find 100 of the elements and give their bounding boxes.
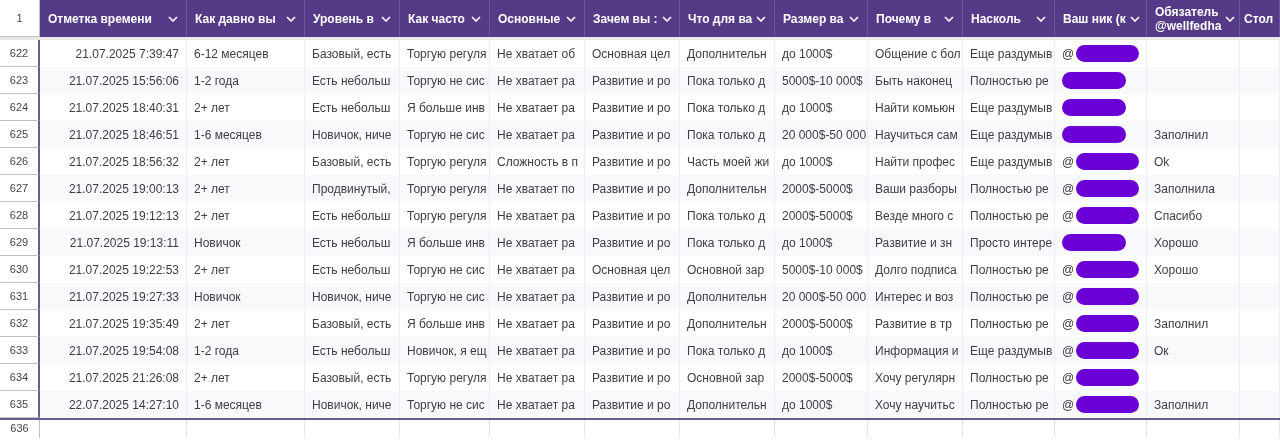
table-cell-text: Не хватает ра bbox=[497, 207, 575, 225]
chevron-down-icon[interactable] bbox=[1036, 15, 1046, 22]
table-cell-text: Еще раздумыв bbox=[970, 99, 1053, 117]
column-header[interactable]: Зачем вы : bbox=[593, 11, 658, 26]
table-cell-text: 2+ лет bbox=[194, 369, 230, 387]
table-cell-text: Развитие и ро bbox=[592, 207, 671, 225]
column-header[interactable]: Что для ва bbox=[688, 11, 753, 26]
table-cell-text: 21.07.2025 7:39:47 bbox=[75, 45, 179, 63]
table-cell-text: Новичок, ниче bbox=[312, 126, 392, 144]
table-cell-text: Торгую не сис bbox=[407, 288, 485, 306]
table-cell-text: 2+ лет bbox=[194, 180, 230, 198]
table-cell-text: Хорошо bbox=[1154, 261, 1199, 279]
table-cell-text: Научиться сам bbox=[875, 126, 958, 144]
table-cell-text: 21.07.2025 19:00:13 bbox=[68, 180, 179, 198]
column-header[interactable]: Размер ва bbox=[783, 11, 844, 26]
row-number: 623 bbox=[0, 67, 40, 94]
chevron-down-icon[interactable] bbox=[1129, 15, 1140, 22]
table-cell-text: Не хватает ра bbox=[497, 99, 575, 117]
table-cell-text: Заполнил bbox=[1154, 126, 1209, 144]
nickname-text: @ bbox=[1062, 315, 1075, 333]
table-cell-text: Базовый, есть bbox=[312, 369, 392, 387]
table-cell-text: Спасибо bbox=[1154, 207, 1203, 225]
column-header[interactable]: Насколь bbox=[971, 11, 1021, 26]
table-cell-text: Пока только д bbox=[687, 99, 766, 117]
table-cell-text: Дополнительн bbox=[687, 288, 767, 306]
table-cell-text: Развитие и ро bbox=[592, 288, 671, 306]
chevron-down-icon[interactable] bbox=[471, 15, 481, 22]
table-cell-text: Развитие и ро bbox=[592, 315, 671, 333]
table-cell-text: 20 000$-50 000 bbox=[782, 126, 867, 144]
column-header[interactable]: Отметка времени bbox=[48, 11, 152, 26]
table-cell-text: Не хватает ра bbox=[497, 126, 575, 144]
row-number: 630 bbox=[0, 256, 40, 283]
table-cell-text: Развитие и зн bbox=[875, 234, 953, 252]
table-cell-text: Базовый, есть bbox=[312, 45, 392, 63]
column-header[interactable]: Как давно вы bbox=[195, 11, 276, 26]
table-cell-text: Ваши разборы bbox=[875, 180, 957, 198]
table-cell-text: Не хватает ра bbox=[497, 342, 575, 360]
table-cell-text: до 1000$ bbox=[782, 396, 833, 414]
column-header[interactable]: Стол bbox=[1244, 11, 1274, 26]
table-cell-text: 2000$-5000$ bbox=[782, 315, 853, 333]
table-cell-text: Продвинутый, bbox=[312, 180, 391, 198]
table-cell-text: Еще раздумыв bbox=[970, 126, 1053, 144]
table-cell-text: Новичок bbox=[194, 234, 241, 252]
table-cell-text: Полностью ре bbox=[970, 288, 1049, 306]
table-cell-text: до 1000$ bbox=[782, 45, 833, 63]
table-cell-text: Развитие и ро bbox=[592, 180, 671, 198]
nickname-text: @ bbox=[1062, 45, 1075, 63]
column-header[interactable]: Уровень в bbox=[313, 11, 374, 26]
chevron-down-icon[interactable] bbox=[661, 15, 672, 22]
chevron-down-icon[interactable] bbox=[381, 15, 391, 22]
table-cell-text: Найти комьюн bbox=[875, 99, 955, 117]
table-cell-text: 2+ лет bbox=[194, 315, 230, 333]
table-cell-text: 1-2 года bbox=[194, 72, 239, 90]
table-cell-text: Я больше инв bbox=[407, 315, 485, 333]
table-cell-text: Просто интере bbox=[970, 234, 1053, 252]
table-cell-text: Развитие и ро bbox=[592, 396, 671, 414]
table-cell-text: 2000$-5000$ bbox=[782, 369, 853, 387]
table-cell-text: Сложность в п bbox=[497, 153, 578, 171]
table-cell-text: Заполнила bbox=[1154, 180, 1215, 198]
chevron-down-icon[interactable] bbox=[1225, 15, 1236, 22]
table-cell-text: до 1000$ bbox=[782, 234, 833, 252]
table-cell-text: Интерес и воз bbox=[875, 288, 954, 306]
table-cell-text: Полностью ре bbox=[970, 261, 1049, 279]
chevron-down-icon[interactable] bbox=[849, 15, 859, 22]
column-header[interactable]: Обязатель @wellfedha bbox=[1155, 4, 1222, 33]
table-cell-text: 21.07.2025 18:46:51 bbox=[68, 126, 179, 144]
column-header[interactable]: Основные bbox=[498, 11, 561, 26]
table-cell-text: Дополнительн bbox=[687, 396, 767, 414]
table-cell-text: Торгую регуля bbox=[407, 45, 487, 63]
table-cell-text: Быть наконец bbox=[875, 72, 953, 90]
table-cell-text: Долго подписа bbox=[875, 261, 957, 279]
table-cell-text: 1-6 месяцев bbox=[194, 126, 262, 144]
table-cell-text: Основной зар bbox=[687, 369, 765, 387]
nickname-text: @ bbox=[1062, 153, 1075, 171]
table-cell-text: 21.07.2025 19:27:33 bbox=[68, 288, 179, 306]
nickname-text: @ bbox=[1062, 180, 1075, 198]
table-cell-text: Еще раздумыв bbox=[970, 342, 1053, 360]
column-header[interactable]: Почему в bbox=[876, 11, 932, 26]
table-cell-text: Хочу научитьс bbox=[875, 396, 955, 414]
chevron-down-icon[interactable] bbox=[286, 15, 296, 22]
table-cell-text: Не хватает по bbox=[497, 180, 575, 198]
table-cell-text: Не хватает ра bbox=[497, 288, 575, 306]
chevron-down-icon[interactable] bbox=[756, 15, 767, 22]
table-cell-text: 22.07.2025 14:27:10 bbox=[68, 396, 179, 414]
table-cell-text: 1-6 месяцев bbox=[194, 396, 262, 414]
table-cell-text: Развитие и ро bbox=[592, 126, 671, 144]
column-header[interactable]: Как часто bbox=[408, 11, 465, 26]
table-cell-text: 2+ лет bbox=[194, 99, 230, 117]
table-cell-text: Не хватает ра bbox=[497, 396, 575, 414]
table-cell-text: 21.07.2025 19:22:53 bbox=[68, 261, 179, 279]
table-cell-text: Развитие и ро bbox=[592, 369, 671, 387]
table-cell-text: Полностью ре bbox=[970, 369, 1049, 387]
table-cell-text: Торгую не сис bbox=[407, 261, 485, 279]
table-cell-text: Базовый, есть bbox=[312, 315, 392, 333]
column-header[interactable]: Ваш ник (к bbox=[1063, 11, 1126, 26]
table-cell-text: Пока только д bbox=[687, 342, 766, 360]
chevron-down-icon[interactable] bbox=[168, 15, 178, 22]
chevron-down-icon[interactable] bbox=[944, 15, 954, 22]
row-number: 634 bbox=[0, 364, 40, 391]
chevron-down-icon[interactable] bbox=[566, 15, 576, 22]
